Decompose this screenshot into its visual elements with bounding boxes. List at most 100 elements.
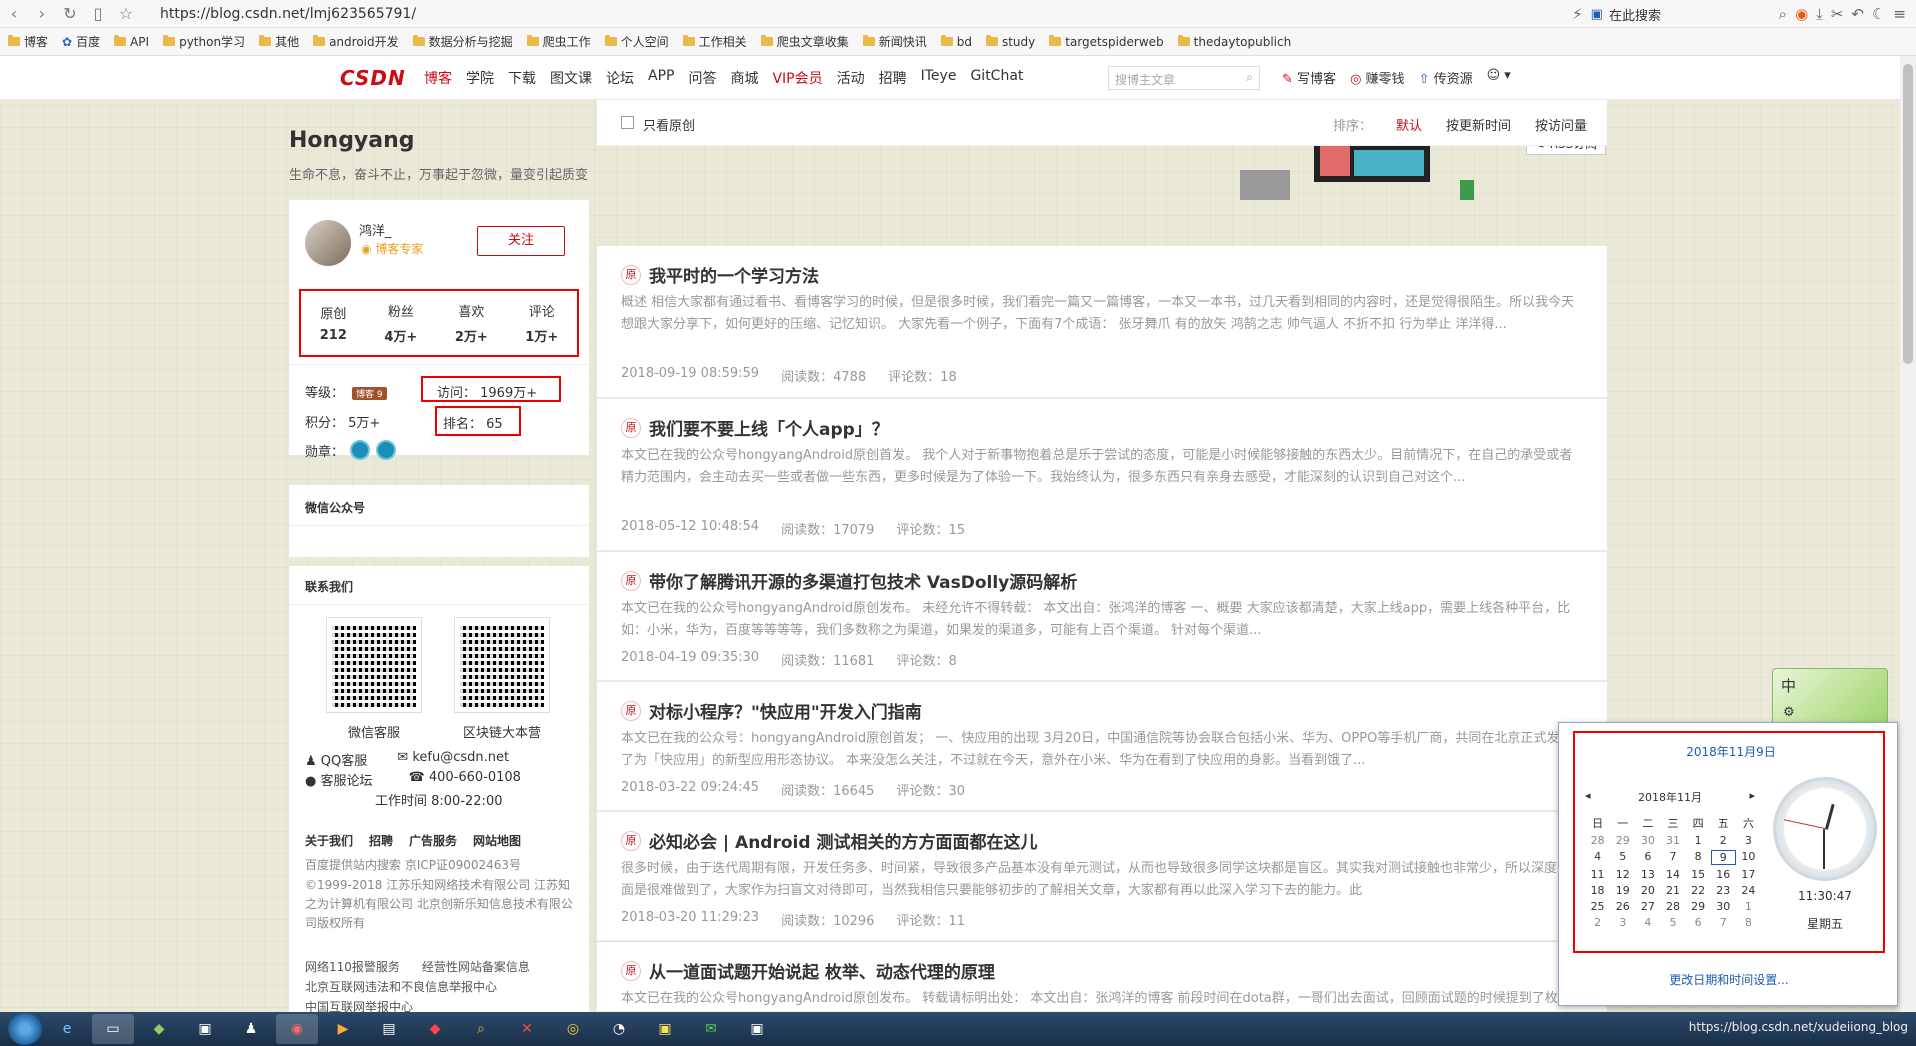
lightning-icon[interactable]: ⚡ xyxy=(1572,5,1583,23)
reader-icon[interactable]: ▯ xyxy=(84,4,112,23)
calendar-day[interactable]: 8 xyxy=(1686,850,1711,865)
clock-app-icon[interactable]: ◔ xyxy=(598,1014,640,1044)
search-icon[interactable]: ⌕ xyxy=(1779,5,1787,23)
calendar-day[interactable]: 2 xyxy=(1711,834,1736,847)
refresh-icon[interactable]: ↻ xyxy=(56,4,84,23)
nav-gitchat[interactable]: GitChat xyxy=(970,68,1023,88)
calendar-day[interactable]: 6 xyxy=(1686,916,1711,929)
bookmark-item[interactable]: study xyxy=(985,35,1035,49)
moon-icon[interactable]: ☾ xyxy=(1872,5,1885,23)
bookmark-item[interactable]: 其他 xyxy=(259,33,299,50)
scroll-thumb[interactable] xyxy=(1903,64,1913,364)
calendar-day[interactable]: 19 xyxy=(1610,884,1635,897)
media-icon[interactable]: ▣ xyxy=(644,1014,686,1044)
nav-vip[interactable]: VIP会员 xyxy=(772,68,822,88)
calendar-day[interactable]: 5 xyxy=(1660,916,1685,929)
calendar-day[interactable]: 8 xyxy=(1736,916,1761,929)
nav-forum[interactable]: 论坛 xyxy=(606,68,634,88)
ime-widget[interactable]: 中 ⚙ xyxy=(1772,668,1888,728)
calendar-day[interactable]: 20 xyxy=(1635,884,1660,897)
article-title[interactable]: 原我平时的一个学习方法 xyxy=(621,262,819,287)
bookmark-item[interactable]: android开发 xyxy=(313,33,399,50)
only-original-label[interactable]: 只看原创 xyxy=(643,115,695,134)
blog-search-input[interactable]: 搜博主文章 ⌕ xyxy=(1108,66,1260,90)
article-title[interactable]: 原我们要不要上线「个人app」？ xyxy=(621,415,889,440)
calendar-day[interactable]: 7 xyxy=(1660,850,1685,865)
calendar-day[interactable]: 4 xyxy=(1635,916,1660,929)
calendar-day[interactable]: 15 xyxy=(1686,868,1711,881)
menu-icon[interactable]: ≡ xyxy=(1893,5,1906,23)
nav-academy[interactable]: 学院 xyxy=(466,68,494,88)
bookmark-item[interactable]: bd xyxy=(940,35,972,49)
medal-icon[interactable] xyxy=(376,440,397,460)
git-icon[interactable]: ◆ xyxy=(414,1014,456,1044)
forward-icon[interactable]: › xyxy=(28,4,56,23)
calendar-day[interactable]: 29 xyxy=(1686,900,1711,913)
calendar-day[interactable]: 26 xyxy=(1610,900,1635,913)
ime-settings-icon[interactable]: ⚙ xyxy=(1783,705,1795,720)
bookmark-item[interactable]: 个人空间 xyxy=(604,33,669,50)
address-bar[interactable]: https://blog.csdn.net/lmj623565791/ xyxy=(160,4,1360,24)
nav-qa[interactable]: 问答 xyxy=(688,68,716,88)
bookmark-item[interactable]: ✿ 百度 xyxy=(62,33,100,50)
bookmark-item[interactable]: 爬虫工作 xyxy=(526,33,591,50)
csdn-logo[interactable]: CSDN xyxy=(340,66,406,90)
calendar-day[interactable]: 17 xyxy=(1736,868,1761,881)
calendar-day[interactable]: 1 xyxy=(1736,900,1761,913)
article-title[interactable]: 原对标小程序？"快应用"开发入门指南 xyxy=(621,698,922,723)
game-icon[interactable]: ◉ xyxy=(1795,5,1808,23)
calendar-month[interactable]: 2018年11月 xyxy=(1638,789,1702,805)
nav-mall[interactable]: 商城 xyxy=(730,68,758,88)
prev-month-icon[interactable]: ◂ xyxy=(1585,789,1591,805)
explorer-icon[interactable]: ▭ xyxy=(92,1014,134,1044)
stat-fans[interactable]: 粉丝 4万+ xyxy=(384,301,417,345)
calendar-day[interactable]: 10 xyxy=(1736,850,1761,865)
sitemap-link[interactable]: 网站地图 xyxy=(473,832,521,849)
bookmark-item[interactable]: 工作相关 xyxy=(682,33,747,50)
calendar-day[interactable]: 22 xyxy=(1686,884,1711,897)
calendar-day[interactable]: 9 xyxy=(1710,850,1736,865)
pycharm-icon[interactable]: ▣ xyxy=(184,1014,226,1044)
bookmark-item[interactable]: python学习 xyxy=(163,33,245,50)
next-month-icon[interactable]: ▸ xyxy=(1749,789,1755,805)
calendar-day[interactable]: 6 xyxy=(1635,850,1660,865)
change-datetime-link[interactable]: 更改日期和时间设置... xyxy=(1559,971,1899,988)
nav-download[interactable]: 下载 xyxy=(508,68,536,88)
bookmark-item[interactable]: targetspiderweb xyxy=(1049,35,1164,49)
chrome-icon[interactable]: ◎ xyxy=(552,1014,594,1044)
email-link[interactable]: ✉ kefu@csdn.net xyxy=(397,750,509,769)
calendar-day[interactable]: 30 xyxy=(1635,834,1660,847)
calendar-day[interactable]: 28 xyxy=(1660,900,1685,913)
bookmark-item[interactable]: 博客 xyxy=(8,33,48,50)
search-tool-icon[interactable]: ⌕ xyxy=(460,1014,502,1044)
blog-title[interactable]: Hongyang xyxy=(289,128,415,153)
user-avatar-icon[interactable]: ☺ ▾ xyxy=(1487,68,1511,87)
calendar-day[interactable]: 5 xyxy=(1610,850,1635,865)
stat-comments[interactable]: 评论 1万+ xyxy=(525,301,558,345)
follow-button[interactable]: 关注 xyxy=(477,226,565,256)
start-button[interactable] xyxy=(8,1013,42,1045)
avatar[interactable] xyxy=(305,220,351,266)
report-link[interactable]: 经营性网站备案信息 xyxy=(422,958,530,977)
upload-button[interactable]: ⇧ 传资源 xyxy=(1419,68,1473,87)
earn-button[interactable]: ◎ 赚零钱 xyxy=(1350,68,1405,87)
article-title[interactable]: 原必知必会 | Android 测试相关的方方面面都在这儿 xyxy=(621,828,1037,853)
article-title[interactable]: 原带你了解腾讯开源的多渠道打包技术 VasDolly源码解析 xyxy=(621,568,1077,593)
undo-icon[interactable]: ↶ xyxy=(1851,5,1864,23)
calendar-day[interactable]: 13 xyxy=(1635,868,1660,881)
username[interactable]: 鸿洋_ xyxy=(359,220,392,239)
android-icon[interactable]: ◆ xyxy=(138,1014,180,1044)
bookmark-item[interactable]: API xyxy=(114,35,149,49)
calendar-day[interactable]: 1 xyxy=(1686,834,1711,847)
nav-iteye[interactable]: ITeye xyxy=(921,68,957,88)
wechat-icon[interactable]: ✉ xyxy=(690,1014,732,1044)
medal-icon[interactable] xyxy=(350,440,371,460)
about-link[interactable]: 关于我们 xyxy=(305,832,353,849)
nav-app[interactable]: APP xyxy=(648,68,674,88)
nav-blog[interactable]: 博客 xyxy=(424,68,452,88)
calendar-day[interactable]: 3 xyxy=(1736,834,1761,847)
calendar-day[interactable]: 21 xyxy=(1660,884,1685,897)
calendar-day[interactable]: 27 xyxy=(1635,900,1660,913)
calendar-date-link[interactable]: 2018年11月9日 xyxy=(1575,743,1887,760)
jobs-link[interactable]: 招聘 xyxy=(369,832,393,849)
